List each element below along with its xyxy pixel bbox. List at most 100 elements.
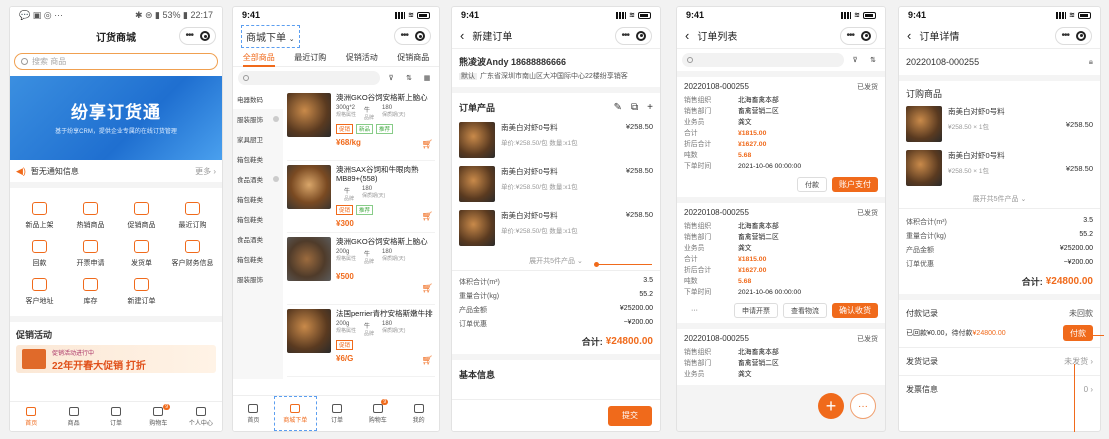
sort-icon[interactable]: ⇅ (402, 71, 416, 85)
cart-badge: 9 (163, 404, 170, 410)
add-cart-icon[interactable]: 🛒︎ (422, 355, 433, 366)
product-card[interactable]: 澳洲GKO谷饲安格斯上脑心 300g*2 规格属性牛品牌 180 保质期(天) 促销 新品推… (287, 89, 435, 161)
product-item[interactable]: 南美白对虾0号料 ¥258.50 单价:¥258.50/包 数量:x1包 (452, 206, 660, 250)
mini-capsule[interactable]: ••• (394, 27, 431, 45)
tab-cart[interactable]: 购物车 9 (357, 396, 398, 431)
tab-home[interactable]: 首页 (233, 396, 274, 431)
add-cart-icon[interactable]: 🛒︎ (422, 139, 433, 150)
more-icon[interactable]: ••• (400, 31, 408, 41)
menu-item[interactable]: 热销商品 (65, 202, 116, 230)
search-input[interactable] (682, 53, 844, 67)
edit-icon[interactable]: ✎ (614, 102, 622, 113)
expand-products[interactable]: 展开共5件产品 ⌄ (899, 190, 1100, 209)
order-card[interactable]: 20220108-000255 已发货 销售组织 北海畜禽本部 销售部门 畜禽营销二区 业务… (677, 203, 885, 323)
add-cart-icon[interactable]: 🛒︎ (422, 211, 433, 222)
promo-banner[interactable]: 促销活动进行中 22年开春大促销 打折 (16, 345, 216, 373)
mini-capsule[interactable]: ••• (179, 27, 216, 45)
submit-button[interactable]: 提交 (608, 405, 652, 426)
product-card[interactable]: 法国perrier青柠安格斯嫩牛排 200g 规格属性牛品牌 180 保质期(天) 促销 ¥… (287, 305, 435, 377)
more-icon[interactable]: ••• (185, 31, 193, 41)
menu-item[interactable]: 开票申请 (65, 240, 116, 268)
tab-1[interactable]: 最近订购 (294, 49, 326, 67)
page-title[interactable]: 商城下单 ⌄ (241, 24, 300, 48)
close-icon[interactable] (861, 30, 871, 41)
menu-item[interactable]: 新建订单 (116, 278, 167, 306)
tab-cart[interactable]: 购物车 9 (137, 402, 179, 431)
tab-shop[interactable]: 商城下单 (273, 396, 317, 431)
grid-view-icon[interactable]: ▦ (420, 71, 434, 85)
category-item[interactable]: 电器数码 (233, 89, 283, 109)
expand-products[interactable]: 展开共5件产品 ⌄ (452, 250, 660, 271)
menu-item[interactable]: 客户财务信息 (167, 240, 218, 268)
tab-user[interactable]: 个人中心 (180, 402, 222, 431)
action-button[interactable]: 查看物流 (783, 303, 827, 318)
close-icon[interactable] (415, 31, 425, 41)
notice-more[interactable]: 更多 › (195, 166, 216, 177)
close-icon[interactable] (1076, 30, 1086, 41)
more-icon[interactable]: ••• (621, 30, 629, 40)
action-button[interactable]: 确认收货 (832, 303, 878, 318)
mini-capsule[interactable]: ••• (615, 26, 652, 45)
tab-home[interactable]: 首页 (10, 402, 52, 431)
back-icon[interactable]: ‹ (907, 28, 911, 43)
tab-0[interactable]: 全部商品 (242, 49, 275, 67)
invoice-row[interactable]: 发票信息 0 › (899, 375, 1100, 403)
order-card[interactable]: 20220108-000255 已发货 销售组织 北海畜禽本部 销售部门 畜禽营销二区 业务… (677, 329, 885, 385)
category-item[interactable]: 箱包鞋类 (233, 249, 283, 269)
category-item[interactable]: 食品酒类 (233, 169, 283, 189)
copy-icon[interactable]: ⧉ (631, 102, 638, 113)
search-input[interactable]: 搜索 商品 (14, 53, 218, 70)
back-icon[interactable]: ‹ (685, 28, 689, 43)
category-item[interactable]: 箱包鞋类 (233, 209, 283, 229)
notice-bar[interactable]: ◀) 暂无通知信息 更多 › (10, 160, 222, 188)
add-cart-icon[interactable]: 🛒︎ (422, 283, 433, 294)
category-item[interactable]: 服装服饰 (233, 269, 283, 289)
tab-grid[interactable]: 商品 (52, 402, 94, 431)
product-item[interactable]: 南美白对虾0号料 ¥258.50 × 1包 ¥258.50 (899, 102, 1100, 146)
shipping-row[interactable]: 发货记录 未发货 › (899, 347, 1100, 375)
tab-user[interactable]: 我的 (398, 396, 439, 431)
action-button[interactable]: 申请开票 (734, 303, 778, 318)
mini-capsule[interactable]: ••• (1055, 26, 1092, 45)
menu-item[interactable]: 新品上架 (14, 202, 65, 230)
filter-icon[interactable]: ⊽ (384, 71, 398, 85)
search-input[interactable] (238, 71, 380, 85)
order-card[interactable]: 20220108-000255 已发货 销售组织 北海畜禽本部 销售部门 畜禽营销二区 业务… (677, 77, 885, 197)
more-fab[interactable]: ··· (850, 393, 876, 419)
product-item[interactable]: 南美白对虾0号料 ¥258.50 × 1包 ¥258.50 (899, 146, 1100, 190)
more-icon[interactable]: ••• (846, 30, 854, 40)
action-button[interactable]: 付款 (797, 177, 827, 192)
filter-icon[interactable]: ⊽ (848, 53, 862, 67)
sort-icon[interactable]: ⇅ (866, 53, 880, 67)
action-button[interactable]: ··· (684, 303, 705, 318)
address-card[interactable]: 熊凌波Andy 18688886666 默认 广东省深圳市南山区大冲国际中心22楼… (452, 49, 660, 93)
category-item[interactable]: 家具厨卫 (233, 129, 283, 149)
menu-item[interactable]: 客户地址 (14, 278, 65, 306)
menu-item[interactable]: 最近订购 (167, 202, 218, 230)
action-button[interactable]: 账户支付 (832, 177, 878, 192)
tab-order[interactable]: 订单 (95, 402, 137, 431)
back-icon[interactable]: ‹ (460, 28, 464, 43)
menu-item[interactable]: 回款 (14, 240, 65, 268)
more-icon[interactable]: ••• (1061, 30, 1069, 40)
category-item[interactable]: 食品酒类 (233, 229, 283, 249)
product-card[interactable]: 澳洲GKO谷饲安格斯上脑心 200g 规格属性牛品牌 180 保质期(天) ¥500 🛒︎ (287, 233, 435, 305)
mini-capsule[interactable]: ••• (840, 26, 877, 45)
close-icon[interactable] (200, 31, 210, 41)
category-item[interactable]: 箱包鞋类 (233, 149, 283, 169)
add-fab[interactable]: + (818, 393, 844, 419)
tab-3[interactable]: 促销商品 (397, 49, 429, 67)
banner[interactable]: 纷享订货通 基于纷享CRM，提供企业专属的在线订货管理 (10, 76, 222, 160)
product-item[interactable]: 南美白对虾0号料 ¥258.50 单价:¥258.50/包 数量:x1包 (452, 162, 660, 206)
menu-item[interactable]: 库存 (65, 278, 116, 306)
menu-item[interactable]: 发货单 (116, 240, 167, 268)
category-item[interactable]: 服装服饰 (233, 109, 283, 129)
category-item[interactable]: 箱包鞋类 (233, 189, 283, 209)
product-card[interactable]: 澳洲SAX谷饲和牛眼肉熟MB89+(558) 牛品牌 180 保质期(天) 促销 推荐 ¥3… (287, 161, 435, 233)
close-icon[interactable] (636, 30, 646, 41)
tab-order[interactable]: 订单 (317, 396, 358, 431)
menu-item[interactable]: 促销商品 (116, 202, 167, 230)
product-item[interactable]: 南美白对虾0号料 ¥258.50 单价:¥258.50/包 数量:x1包 (452, 118, 660, 162)
tab-2[interactable]: 促销活动 (346, 49, 378, 67)
add-icon[interactable]: + (647, 102, 653, 113)
